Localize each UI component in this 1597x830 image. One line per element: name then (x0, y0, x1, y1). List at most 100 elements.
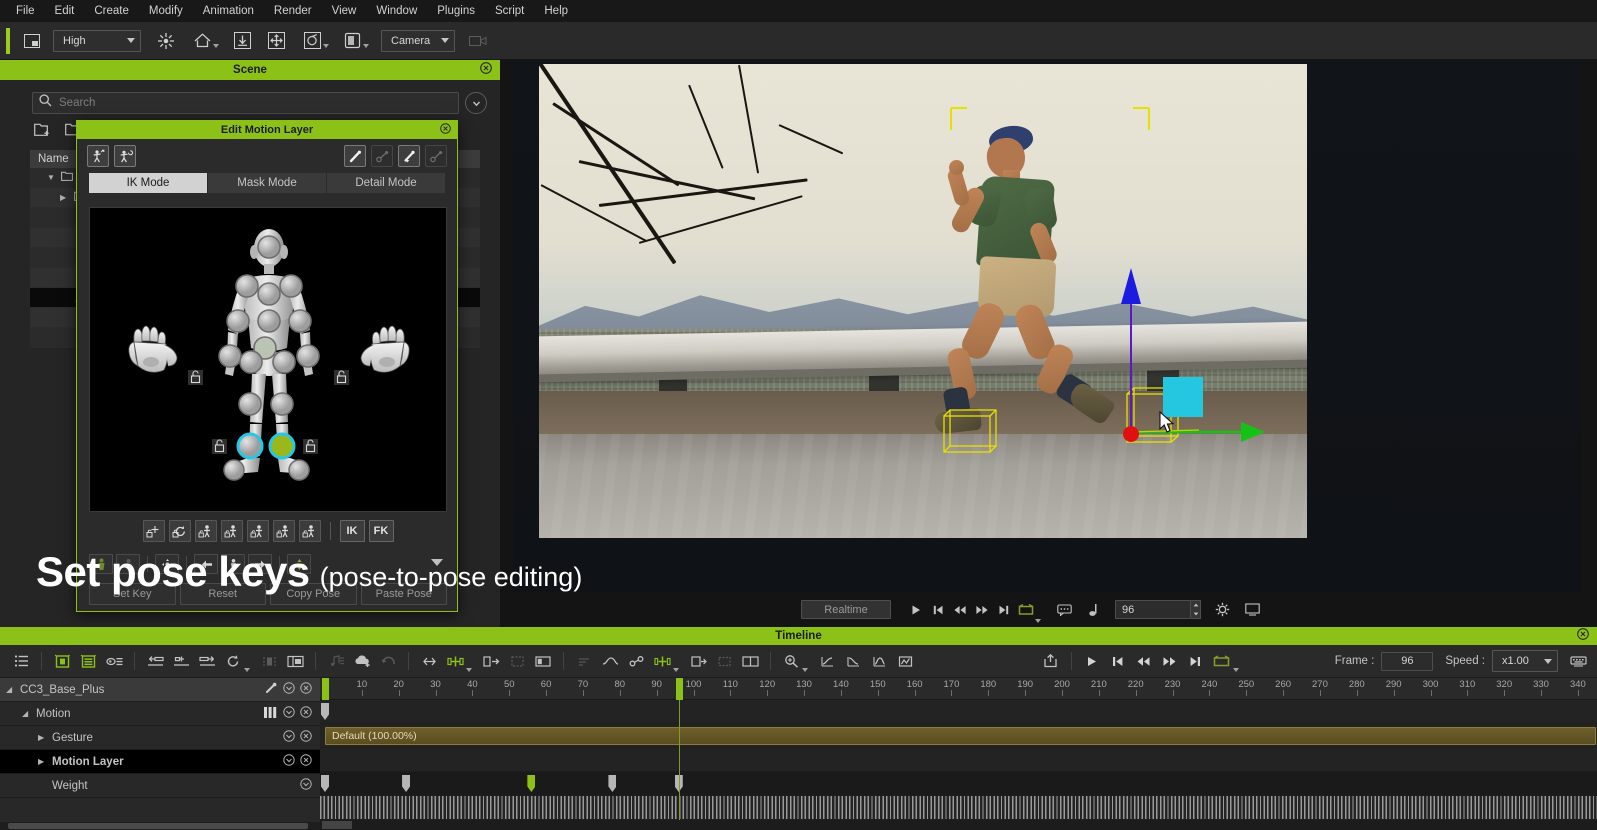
expand-icon[interactable] (442, 649, 468, 673)
camera-dropdown[interactable]: Camera (381, 29, 455, 52)
gear-icon[interactable] (1211, 600, 1233, 620)
graph2-icon[interactable] (840, 649, 866, 673)
object-dropdown-caret-icon[interactable] (323, 43, 329, 48)
body-rotate-icon[interactable] (114, 145, 136, 167)
fast-forward-icon[interactable] (1157, 649, 1183, 673)
undo-icon[interactable] (375, 649, 401, 673)
loop-icon[interactable] (1015, 600, 1037, 620)
caption-icon[interactable] (1053, 600, 1075, 620)
loop-icon[interactable] (220, 649, 246, 673)
track-expand-arrow[interactable]: ▶ (38, 733, 47, 742)
download-icon[interactable] (229, 28, 255, 54)
expand-dropdown-caret-icon[interactable] (466, 668, 472, 672)
split-view-icon[interactable] (282, 649, 308, 673)
add-layer-icon[interactable] (75, 649, 101, 673)
body-lock-5-icon[interactable] (298, 520, 321, 542)
graph4-icon[interactable] (892, 649, 918, 673)
rewind-icon[interactable] (1131, 649, 1157, 673)
transition-icon[interactable] (597, 649, 623, 673)
close-icon[interactable] (300, 706, 312, 721)
shift-left-icon[interactable] (142, 649, 168, 673)
home-icon[interactable] (189, 28, 215, 54)
menu-item-view[interactable]: View (322, 2, 367, 20)
curve-icon[interactable] (530, 649, 556, 673)
graph3-icon[interactable] (866, 649, 892, 673)
bone-link-icon[interactable] (371, 145, 393, 167)
keyframe-marker[interactable] (321, 703, 329, 720)
ik-puppet-stage[interactable] (89, 207, 447, 512)
track-lane-weight[interactable] (320, 796, 1597, 820)
viewport-canvas[interactable] (513, 60, 1581, 592)
body-lock-3-icon[interactable] (246, 520, 269, 542)
bone-active-icon[interactable] (344, 145, 366, 167)
frame-spinner[interactable] (1191, 600, 1201, 619)
graph1-icon[interactable] (814, 649, 840, 673)
ik-puppet-figure[interactable] (90, 208, 447, 512)
track-row-cc3_base_plus[interactable]: ◢ CC3_Base_Plus (0, 678, 320, 702)
rewind-icon[interactable] (949, 600, 971, 620)
loop-range-caret-icon[interactable] (1232, 668, 1239, 672)
render-dropdown-caret-icon[interactable] (363, 43, 369, 48)
menu-item-window[interactable]: Window (366, 2, 427, 20)
next-key-icon[interactable] (993, 600, 1015, 620)
key-edit-icon[interactable] (649, 649, 675, 673)
menu-item-modify[interactable]: Modify (139, 2, 193, 20)
spinner-up[interactable] (1191, 601, 1200, 610)
tree-expand-arrow[interactable]: ▶ (60, 193, 69, 202)
video-icon[interactable] (465, 28, 491, 54)
shift-right-icon[interactable] (194, 649, 220, 673)
export-icon[interactable] (1038, 649, 1064, 673)
track-expand-arrow[interactable]: ◢ (22, 709, 31, 718)
tree-expand-arrow[interactable]: ▼ (47, 173, 56, 182)
track-expand-arrow[interactable]: ◢ (6, 685, 15, 694)
mode-tab-mask-mode[interactable]: Mask Mode (208, 173, 327, 193)
track-row-gesture[interactable]: ▶ Gesture (0, 726, 320, 750)
ik-button[interactable]: IK (339, 520, 365, 542)
quality-dropdown[interactable]: High (53, 29, 141, 52)
translate-lock-icon[interactable] (142, 520, 165, 542)
search-input[interactable]: Search (32, 92, 459, 114)
track-names-scrollbar[interactable] (0, 822, 320, 830)
realtime-button[interactable]: Realtime (801, 600, 891, 619)
loop-dropdown-caret-icon[interactable] (1035, 619, 1041, 623)
close-icon[interactable] (480, 61, 492, 79)
next-key-icon[interactable] (1183, 649, 1209, 673)
menu-item-render[interactable]: Render (264, 2, 322, 20)
keyframe-marker[interactable] (321, 775, 329, 792)
play-icon[interactable] (1079, 649, 1105, 673)
timeline-ruler[interactable]: 0102030405060708090100110120130140150160… (320, 678, 1597, 700)
menu-item-create[interactable]: Create (84, 2, 139, 20)
menu-item-edit[interactable]: Edit (45, 2, 85, 20)
timeline-zoom-strip[interactable] (320, 820, 1597, 830)
loop-range-icon[interactable] (1209, 649, 1235, 673)
collapse-icon[interactable] (416, 649, 442, 673)
cloud-add-icon[interactable] (349, 649, 375, 673)
menu-icon[interactable] (283, 682, 295, 697)
panel-split-icon[interactable] (737, 649, 763, 673)
keyframe-marker[interactable] (402, 775, 411, 792)
add-key-icon[interactable] (168, 649, 194, 673)
rotate-lock-icon[interactable] (168, 520, 191, 542)
note-icon[interactable] (1083, 600, 1105, 620)
link-icon[interactable] (623, 649, 649, 673)
close-icon[interactable] (300, 682, 312, 697)
key-edit-caret-icon[interactable] (673, 668, 679, 672)
key-icon[interactable] (101, 649, 127, 673)
home-dropdown-caret-icon[interactable] (213, 43, 219, 48)
track-lane-motion[interactable]: Default (100.00%) (320, 724, 1597, 748)
cut-icon[interactable] (256, 649, 282, 673)
display-icon[interactable] (1241, 600, 1263, 620)
play-icon[interactable] (905, 600, 927, 620)
light-icon[interactable] (153, 28, 179, 54)
close-icon[interactable] (300, 754, 312, 769)
menu-icon[interactable] (283, 706, 295, 721)
move-icon[interactable] (263, 28, 289, 54)
playhead[interactable] (675, 678, 683, 700)
menu-icon[interactable] (283, 730, 295, 745)
close-icon[interactable] (1577, 627, 1589, 645)
menu-item-script[interactable]: Script (485, 2, 534, 20)
close-icon[interactable] (440, 121, 451, 139)
keyframe-marker[interactable] (527, 775, 536, 792)
body-lock-1-icon[interactable] (194, 520, 217, 542)
transform-gizmo[interactable] (539, 64, 1307, 538)
